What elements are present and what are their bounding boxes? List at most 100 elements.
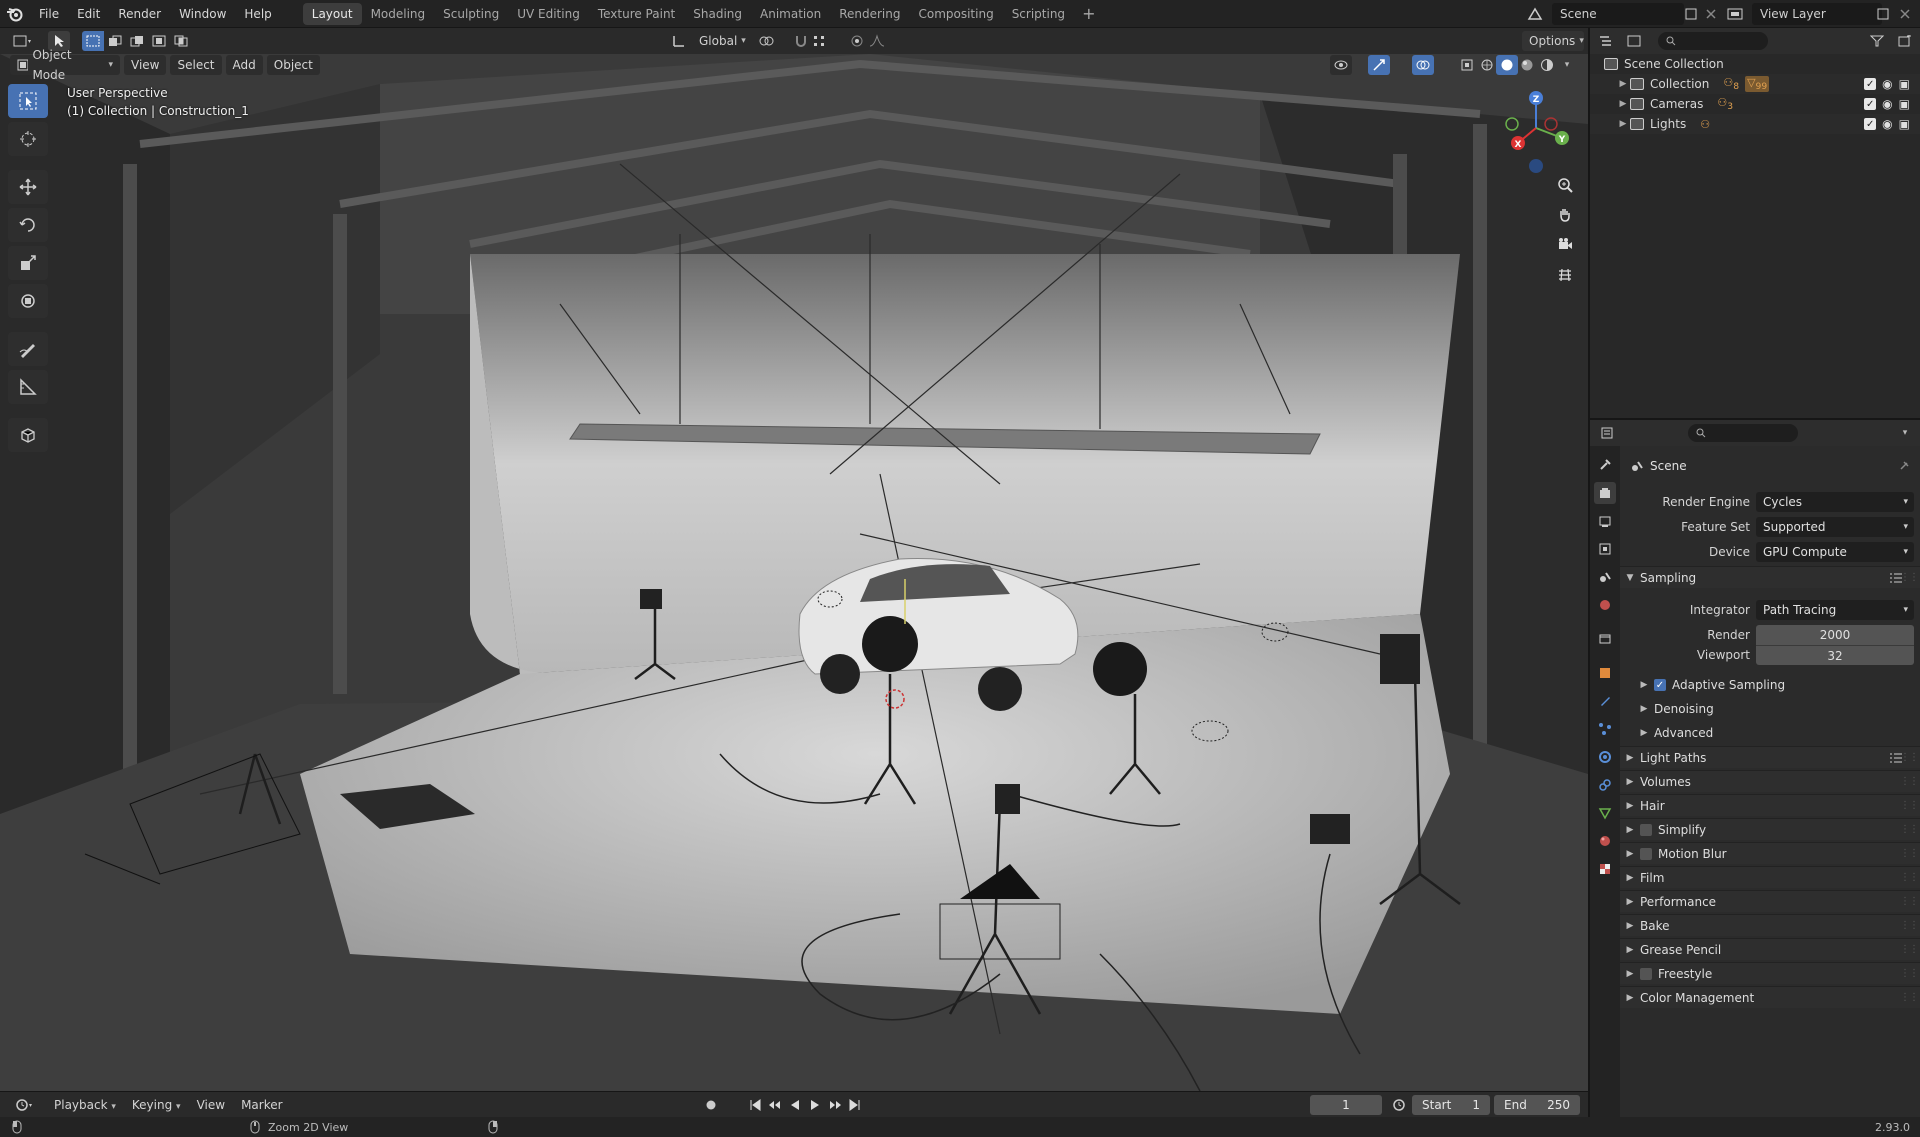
drag-handle-icon[interactable]: ⋮⋮ bbox=[1900, 824, 1919, 835]
tab-scripting[interactable]: Scripting bbox=[1003, 3, 1074, 25]
scale-tool-icon[interactable] bbox=[8, 246, 48, 280]
proportional-edit-icon[interactable] bbox=[846, 31, 868, 51]
view-layer-field[interactable]: View Layer bbox=[1752, 3, 1882, 25]
viewport-samples-field[interactable]: 32 bbox=[1756, 645, 1914, 665]
modifier-tab-icon[interactable] bbox=[1594, 690, 1616, 712]
hair-panel[interactable]: ▶ Hair ⋮⋮ bbox=[1620, 794, 1920, 816]
new-collection-icon[interactable] bbox=[1894, 31, 1916, 51]
world-tab-icon[interactable] bbox=[1594, 594, 1616, 616]
drag-handle-icon[interactable]: ⋮⋮ bbox=[1900, 992, 1919, 1003]
display-mode-icon[interactable] bbox=[1624, 31, 1646, 51]
visibility-eye-icon[interactable]: ◉ bbox=[1882, 97, 1892, 111]
add-workspace-button[interactable]: + bbox=[1074, 4, 1103, 23]
drag-handle-icon[interactable]: ⋮⋮ bbox=[1900, 968, 1919, 979]
render-samples-field[interactable]: 2000 bbox=[1756, 625, 1914, 645]
adaptive-sampling-checkbox[interactable]: ✓ bbox=[1654, 679, 1666, 691]
tab-layout[interactable]: Layout bbox=[302, 2, 362, 25]
render-camera-icon[interactable]: ▣ bbox=[1899, 77, 1910, 91]
outliner-item-cameras[interactable]: ▶ Cameras ⚇3 ✓ ◉ ▣ bbox=[1590, 94, 1920, 114]
gizmo-toggle-icon[interactable] bbox=[1368, 55, 1390, 75]
wireframe-shading-icon[interactable] bbox=[1476, 55, 1498, 75]
solid-shading-icon[interactable] bbox=[1496, 55, 1518, 75]
play-reverse-icon[interactable] bbox=[784, 1095, 806, 1115]
exclude-checkbox[interactable]: ✓ bbox=[1864, 98, 1877, 110]
timeline-menu-marker[interactable]: Marker bbox=[233, 1098, 290, 1112]
tool-tab-icon[interactable] bbox=[1594, 454, 1616, 476]
collection-tab-icon[interactable] bbox=[1594, 628, 1616, 650]
measure-tool-icon[interactable] bbox=[8, 370, 48, 404]
film-panel[interactable]: ▶ Film ⋮⋮ bbox=[1620, 866, 1920, 888]
feature-set-dropdown[interactable]: Supported ▾ bbox=[1756, 517, 1914, 537]
sampling-panel-header[interactable]: ▼ Sampling ⋮⋮ bbox=[1620, 566, 1920, 588]
constraints-tab-icon[interactable] bbox=[1594, 774, 1616, 796]
proportional-falloff-icon[interactable] bbox=[866, 31, 888, 51]
scene-name-field[interactable]: Scene bbox=[1552, 3, 1684, 25]
shading-options-chevron-icon[interactable]: ▾ bbox=[1556, 55, 1578, 75]
3d-viewport[interactable]: Z Y X User Perspective (1) Collection | … bbox=[0, 54, 1588, 1091]
tab-animation[interactable]: Animation bbox=[751, 3, 830, 25]
grease-pencil-panel[interactable]: ▶ Grease Pencil ⋮⋮ bbox=[1620, 938, 1920, 960]
transform-tool-icon[interactable] bbox=[8, 284, 48, 318]
play-icon[interactable] bbox=[804, 1095, 826, 1115]
view-layer-tab-icon[interactable] bbox=[1594, 538, 1616, 560]
timeline-menu-playback[interactable]: Playback ▾ bbox=[46, 1098, 124, 1112]
blender-logo-icon[interactable] bbox=[0, 0, 30, 28]
simplify-panel[interactable]: ▶ Simplify ⋮⋮ bbox=[1620, 818, 1920, 840]
drag-handle-icon[interactable]: ⋮⋮ bbox=[1900, 896, 1919, 907]
material-tab-icon[interactable] bbox=[1594, 830, 1616, 852]
drag-handle-icon[interactable]: ⋮⋮ bbox=[1900, 800, 1919, 811]
particles-tab-icon[interactable] bbox=[1594, 718, 1616, 740]
tab-texture-paint[interactable]: Texture Paint bbox=[589, 3, 684, 25]
scene-tab-icon[interactable] bbox=[1594, 566, 1616, 588]
motion-blur-checkbox[interactable] bbox=[1640, 847, 1652, 860]
denoising-subpanel[interactable]: ▶ Denoising bbox=[1634, 698, 1920, 720]
outliner-scene-collection[interactable]: Scene Collection bbox=[1590, 54, 1920, 74]
material-shading-icon[interactable] bbox=[1516, 55, 1538, 75]
exclude-checkbox[interactable]: ✓ bbox=[1864, 118, 1877, 130]
view-layer-icon[interactable] bbox=[1724, 4, 1746, 24]
freestyle-checkbox[interactable] bbox=[1640, 967, 1652, 980]
zoom-icon[interactable] bbox=[1552, 172, 1578, 198]
navigation-gizmo[interactable]: Z Y X bbox=[1496, 88, 1576, 178]
menu-window[interactable]: Window bbox=[170, 0, 235, 28]
drag-handle-icon[interactable]: ⋮⋮ bbox=[1900, 944, 1919, 955]
volumes-panel[interactable]: ▶ Volumes ⋮⋮ bbox=[1620, 770, 1920, 792]
tab-modeling[interactable]: Modeling bbox=[362, 3, 435, 25]
visibility-eye-icon[interactable]: ◉ bbox=[1882, 77, 1892, 91]
render-camera-icon[interactable]: ▣ bbox=[1899, 117, 1910, 131]
pivot-point-icon[interactable] bbox=[756, 31, 778, 51]
timeline-menu-view[interactable]: View bbox=[189, 1098, 233, 1112]
object-mode-dropdown[interactable]: Object Mode ▾ bbox=[10, 48, 120, 82]
color-management-panel[interactable]: ▶ Color Management ⋮⋮ bbox=[1620, 986, 1920, 1008]
outliner-item-collection[interactable]: ▶ Collection ⚇8 ▽99 ✓ ◉ ▣ bbox=[1590, 74, 1920, 94]
ortho-toggle-icon[interactable] bbox=[1552, 262, 1578, 288]
overlays-toggle-icon[interactable] bbox=[1412, 55, 1434, 75]
delete-view-layer-icon[interactable] bbox=[1894, 4, 1916, 24]
properties-editor-type-icon[interactable] bbox=[1598, 423, 1620, 443]
jump-start-icon[interactable] bbox=[744, 1095, 766, 1115]
visibility-eye-icon[interactable] bbox=[1330, 55, 1352, 75]
adaptive-sampling-subpanel[interactable]: ▶ ✓ Adaptive Sampling bbox=[1634, 674, 1920, 696]
light-paths-panel[interactable]: ▶ Light Paths ⋮⋮ bbox=[1620, 746, 1920, 768]
data-tab-icon[interactable] bbox=[1594, 802, 1616, 824]
move-tool-icon[interactable] bbox=[8, 170, 48, 204]
cursor-tool-icon[interactable] bbox=[8, 122, 48, 156]
drag-handle-icon[interactable]: ⋮⋮ bbox=[1900, 776, 1919, 787]
scene-selector-icon[interactable] bbox=[1524, 4, 1546, 24]
texture-tab-icon[interactable] bbox=[1594, 858, 1616, 880]
camera-view-icon[interactable] bbox=[1552, 232, 1578, 258]
drag-handle-icon[interactable]: ⋮⋮ bbox=[1900, 872, 1919, 883]
menu-help[interactable]: Help bbox=[235, 0, 280, 28]
viewport-menu-add[interactable]: Add bbox=[225, 55, 263, 75]
select-box-tool-icon[interactable] bbox=[8, 84, 48, 118]
select-mode-invert-icon[interactable] bbox=[148, 31, 170, 51]
viewport-menu-select[interactable]: Select bbox=[170, 55, 222, 75]
outliner-item-lights[interactable]: ▶ Lights ⚇ ✓ ◉ ▣ bbox=[1590, 114, 1920, 134]
motion-blur-panel[interactable]: ▶ Motion Blur ⋮⋮ bbox=[1620, 842, 1920, 864]
performance-panel[interactable]: ▶ Performance ⋮⋮ bbox=[1620, 890, 1920, 912]
menu-render[interactable]: Render bbox=[109, 0, 170, 28]
delete-scene-icon[interactable] bbox=[1700, 4, 1722, 24]
physics-tab-icon[interactable] bbox=[1594, 746, 1616, 768]
timeline-menu-keying[interactable]: Keying ▾ bbox=[124, 1098, 189, 1112]
new-view-layer-icon[interactable] bbox=[1872, 4, 1894, 24]
